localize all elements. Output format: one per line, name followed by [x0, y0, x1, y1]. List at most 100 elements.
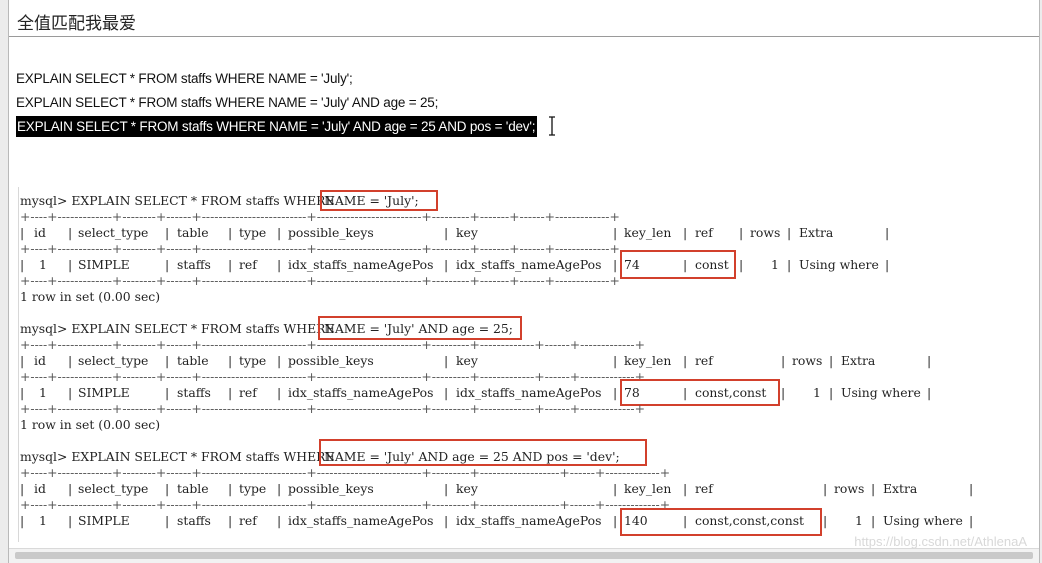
cell-type: ref [239, 257, 257, 272]
col-header: key [456, 225, 478, 240]
result-footer: 1 row in set (0.00 sec) [20, 417, 161, 432]
table-border: +----+-------------+--------+------+----… [20, 209, 620, 224]
scrollbar-thumb[interactable] [15, 552, 1033, 559]
cell-possible-keys: idx_staffs_nameAgePos [288, 257, 434, 272]
column-separator: | [444, 225, 449, 240]
column-separator: | [787, 257, 792, 272]
column-separator: | [277, 353, 282, 368]
cell-select-type: SIMPLE [78, 385, 130, 400]
col-header: type [239, 225, 267, 240]
column-separator: | [228, 385, 233, 400]
watermark: https://blog.csdn.net/AthlenaA [854, 534, 1027, 549]
col-header: Extra [841, 353, 876, 368]
column-separator: | [228, 481, 233, 496]
cell-possible-keys: idx_staffs_nameAgePos [288, 385, 434, 400]
column-separator: | [969, 481, 974, 496]
col-header: possible_keys [288, 481, 374, 496]
page-title: 全值匹配我最爱 [17, 14, 136, 34]
column-separator: | [68, 353, 73, 368]
cell-key: idx_staffs_nameAgePos [456, 385, 602, 400]
col-header: select_type [78, 481, 149, 496]
console-prompt: mysql> EXPLAIN SELECT * FROM staffs WHER… [20, 449, 339, 464]
column-separator: | [871, 481, 876, 496]
column-separator: | [823, 513, 828, 528]
col-header: id [34, 353, 46, 368]
column-separator: | [228, 353, 233, 368]
cell-possible-keys: idx_staffs_nameAgePos [288, 513, 434, 528]
col-header: table [177, 353, 209, 368]
column-separator: | [20, 353, 25, 368]
col-header: type [239, 481, 267, 496]
table-border: +----+-------------+--------+------+----… [20, 241, 620, 256]
col-header: ref [695, 481, 713, 496]
column-separator: | [787, 225, 792, 240]
column-separator: | [683, 481, 688, 496]
column-separator: | [871, 513, 876, 528]
column-separator: | [823, 481, 828, 496]
column-separator: | [927, 385, 932, 400]
highlight-box [320, 190, 438, 211]
console-prompt: mysql> EXPLAIN SELECT * FROM staffs WHER… [20, 321, 339, 336]
cell-extra: Using where [883, 513, 963, 528]
sql-line-3-selected[interactable]: EXPLAIN SELECT * FROM staffs WHERE NAME … [16, 116, 538, 137]
sql-line-2[interactable]: EXPLAIN SELECT * FROM staffs WHERE NAME … [16, 94, 438, 111]
column-separator: | [613, 225, 618, 240]
cell-id: 1 [39, 513, 47, 528]
cell-type: ref [239, 385, 257, 400]
column-separator: | [444, 481, 449, 496]
cell-key: idx_staffs_nameAgePos [456, 513, 602, 528]
column-separator: | [277, 481, 282, 496]
column-separator: | [277, 257, 282, 272]
column-separator: | [165, 385, 170, 400]
col-header: select_type [78, 225, 149, 240]
cell-id: 1 [39, 257, 47, 272]
col-header: Extra [883, 481, 918, 496]
col-header: ref [695, 225, 713, 240]
col-header: key_len [624, 481, 672, 496]
col-header: ref [695, 353, 713, 368]
console-prompt: mysql> EXPLAIN SELECT * FROM staffs WHER… [20, 193, 339, 208]
column-separator: | [277, 385, 282, 400]
cell-rows: 1 [813, 385, 821, 400]
column-separator: | [444, 513, 449, 528]
table-border: +----+-------------+--------+------+----… [20, 273, 620, 288]
column-separator: | [68, 225, 73, 240]
table-border: +----+-------------+--------+------+----… [20, 465, 671, 480]
col-header: rows [834, 481, 865, 496]
cell-table: staffs [177, 513, 211, 528]
title-bar: 全值匹配我最爱 [9, 0, 1039, 37]
column-separator: | [68, 385, 73, 400]
table-border: +----+-------------+--------+------+----… [20, 401, 645, 416]
col-header: Extra [799, 225, 834, 240]
column-separator: | [444, 385, 449, 400]
horizontal-scrollbar[interactable] [9, 548, 1039, 563]
column-separator: | [165, 225, 170, 240]
col-header: table [177, 481, 209, 496]
column-separator: | [20, 481, 25, 496]
column-separator: | [739, 257, 744, 272]
sql-line-1[interactable]: EXPLAIN SELECT * FROM staffs WHERE NAME … [16, 70, 353, 87]
table-border: +----+-------------+--------+------+----… [20, 369, 645, 384]
cell-extra: Using where [841, 385, 921, 400]
column-separator: | [969, 513, 974, 528]
highlight-box [319, 439, 647, 466]
col-header: select_type [78, 353, 149, 368]
column-separator: | [739, 225, 744, 240]
column-separator: | [165, 513, 170, 528]
column-separator: | [613, 513, 618, 528]
cell-table: staffs [177, 385, 211, 400]
highlight-box [620, 508, 822, 536]
column-separator: | [683, 225, 688, 240]
column-separator: | [829, 353, 834, 368]
text-cursor-icon [549, 116, 555, 136]
col-header: id [34, 225, 46, 240]
column-separator: | [277, 513, 282, 528]
column-separator: | [20, 257, 25, 272]
col-header: key [456, 353, 478, 368]
col-header: type [239, 353, 267, 368]
column-separator: | [20, 513, 25, 528]
column-separator: | [68, 257, 73, 272]
col-header: table [177, 225, 209, 240]
result-footer: 1 row in set (0.00 sec) [20, 289, 161, 304]
column-separator: | [829, 385, 834, 400]
